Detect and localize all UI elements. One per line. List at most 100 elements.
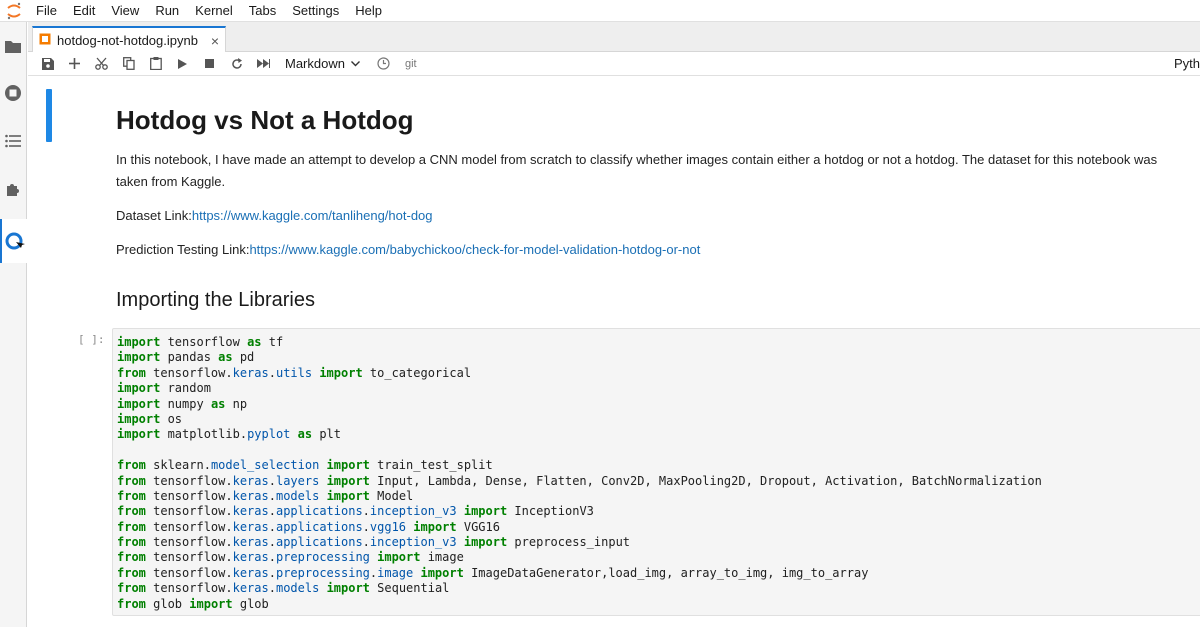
menu-tabs[interactable]: Tabs — [241, 0, 284, 22]
code-text: tensorflow. — [145, 504, 233, 519]
code-line: from tensorflow.keras.applications.incep… — [117, 504, 1042, 519]
code-text: VGG16 — [456, 519, 500, 534]
code-line: import numpy as np — [117, 397, 1042, 412]
code-keyword: import — [117, 350, 161, 365]
code-text: . — [362, 535, 370, 550]
cell-type-select[interactable]: Markdown — [285, 56, 360, 71]
cell-collapser[interactable] — [46, 89, 52, 142]
code-keyword: import — [463, 504, 508, 519]
code-text: tensorflow. — [145, 535, 233, 550]
code-module: keras — [232, 581, 269, 596]
prediction-link-paragraph: Prediction Testing Link:https://www.kagg… — [116, 239, 1200, 261]
code-text: tensorflow — [160, 335, 248, 349]
code-text: . — [268, 550, 276, 565]
code-text: . — [268, 519, 276, 534]
menu-settings[interactable]: Settings — [284, 0, 347, 22]
code-keyword: import — [326, 581, 370, 596]
save-icon[interactable] — [34, 53, 61, 75]
tab-bar: hotdog-not-hotdog.ipynb × — [28, 22, 1200, 53]
dataset-link[interactable]: https://www.kaggle.com/tanliheng/hot-dog — [192, 208, 433, 223]
code-line: from tensorflow.keras.models import Mode… — [117, 489, 1042, 504]
code-keyword: import — [117, 411, 161, 426]
code-keyword: from — [117, 581, 146, 596]
kernel-name[interactable]: Pyth — [1174, 56, 1200, 71]
menu-kernel[interactable]: Kernel — [187, 0, 241, 22]
copy-icon[interactable] — [115, 53, 142, 75]
code-line: import os — [117, 412, 1042, 427]
folder-icon[interactable] — [3, 36, 23, 56]
code-text: . — [268, 504, 276, 519]
code-keyword: from — [117, 473, 146, 488]
code-text: tensorflow. — [145, 365, 233, 380]
code-module: applications — [275, 504, 363, 519]
tab-notebook[interactable]: hotdog-not-hotdog.ipynb × — [32, 26, 226, 53]
clock-icon[interactable] — [370, 53, 397, 75]
jupyter-logo-icon[interactable] — [0, 0, 28, 22]
code-line: from tensorflow.keras.models import Sequ… — [117, 581, 1042, 596]
notebook-panel: Hotdog vs Not a Hotdog In this notebook,… — [28, 77, 1200, 627]
extension-icon[interactable] — [3, 179, 23, 199]
menu-file[interactable]: File — [28, 0, 65, 22]
run-icon[interactable] — [169, 53, 196, 75]
code-module: vgg16 — [369, 519, 407, 534]
notebook-title: Hotdog vs Not a Hotdog — [116, 105, 414, 135]
code-keyword: import — [117, 381, 161, 396]
fast-forward-icon[interactable] — [250, 53, 277, 75]
notebook-icon — [39, 32, 51, 50]
code-module: keras — [232, 488, 269, 503]
code-text: . — [268, 473, 276, 488]
code-text: tensorflow. — [145, 565, 233, 580]
cell-type-value: Markdown — [285, 56, 345, 71]
menu-help[interactable]: Help — [347, 0, 390, 22]
code-text: tensorflow. — [145, 581, 233, 596]
code-text: tensorflow. — [145, 488, 233, 503]
code-text: . — [268, 365, 276, 380]
code-keyword: from — [117, 504, 146, 519]
add-icon[interactable] — [61, 53, 88, 75]
code-text: random — [160, 381, 211, 396]
prediction-link[interactable]: https://www.kaggle.com/babychickoo/check… — [249, 242, 700, 257]
code-text: pandas — [160, 350, 219, 365]
code-text: Model — [369, 488, 414, 503]
code-module: image — [377, 565, 414, 580]
code-editor[interactable]: import tensorflow as tf import pandas as … — [117, 335, 1042, 612]
code-module: keras — [232, 565, 269, 580]
code-text: np — [225, 396, 248, 411]
restart-icon[interactable] — [223, 53, 250, 75]
code-text: tensorflow. — [145, 519, 233, 534]
code-module: applications — [275, 519, 363, 534]
code-text: matplotlib. — [160, 427, 248, 442]
code-keyword: from — [117, 565, 146, 580]
intro-line-1: In this notebook, I have made an attempt… — [116, 152, 1158, 167]
code-keyword: import — [117, 427, 161, 442]
toc-icon[interactable] — [3, 131, 23, 151]
code-keyword: import — [189, 596, 233, 611]
code-line: from tensorflow.keras.layers import Inpu… — [117, 474, 1042, 489]
code-module: models — [275, 488, 320, 503]
cut-icon[interactable] — [88, 53, 115, 75]
menu-run[interactable]: Run — [147, 0, 187, 22]
code-keyword: as — [297, 427, 313, 442]
running-icon[interactable] — [3, 83, 23, 103]
git-label[interactable]: git — [405, 58, 417, 70]
stop-icon[interactable] — [196, 53, 223, 75]
code-module: utils — [275, 365, 313, 380]
code-keyword: import — [463, 535, 508, 550]
code-keyword: from — [117, 488, 146, 503]
code-cell[interactable]: import tensorflow as tf import pandas as … — [112, 328, 1200, 616]
menu-view[interactable]: View — [103, 0, 147, 22]
close-icon[interactable]: × — [211, 33, 219, 49]
code-line: import pandas as pd — [117, 350, 1042, 365]
code-keyword: import — [117, 396, 161, 411]
git-icon[interactable] — [0, 219, 27, 263]
code-module: layers — [275, 473, 320, 488]
activity-sidebar — [0, 22, 27, 627]
paste-icon[interactable] — [142, 53, 169, 75]
menu-edit[interactable]: Edit — [65, 0, 103, 22]
code-keyword: from — [117, 596, 146, 611]
code-module: keras — [232, 519, 269, 534]
chevron-down-icon — [350, 60, 360, 67]
code-keyword: from — [117, 550, 146, 565]
code-module: keras — [232, 473, 269, 488]
